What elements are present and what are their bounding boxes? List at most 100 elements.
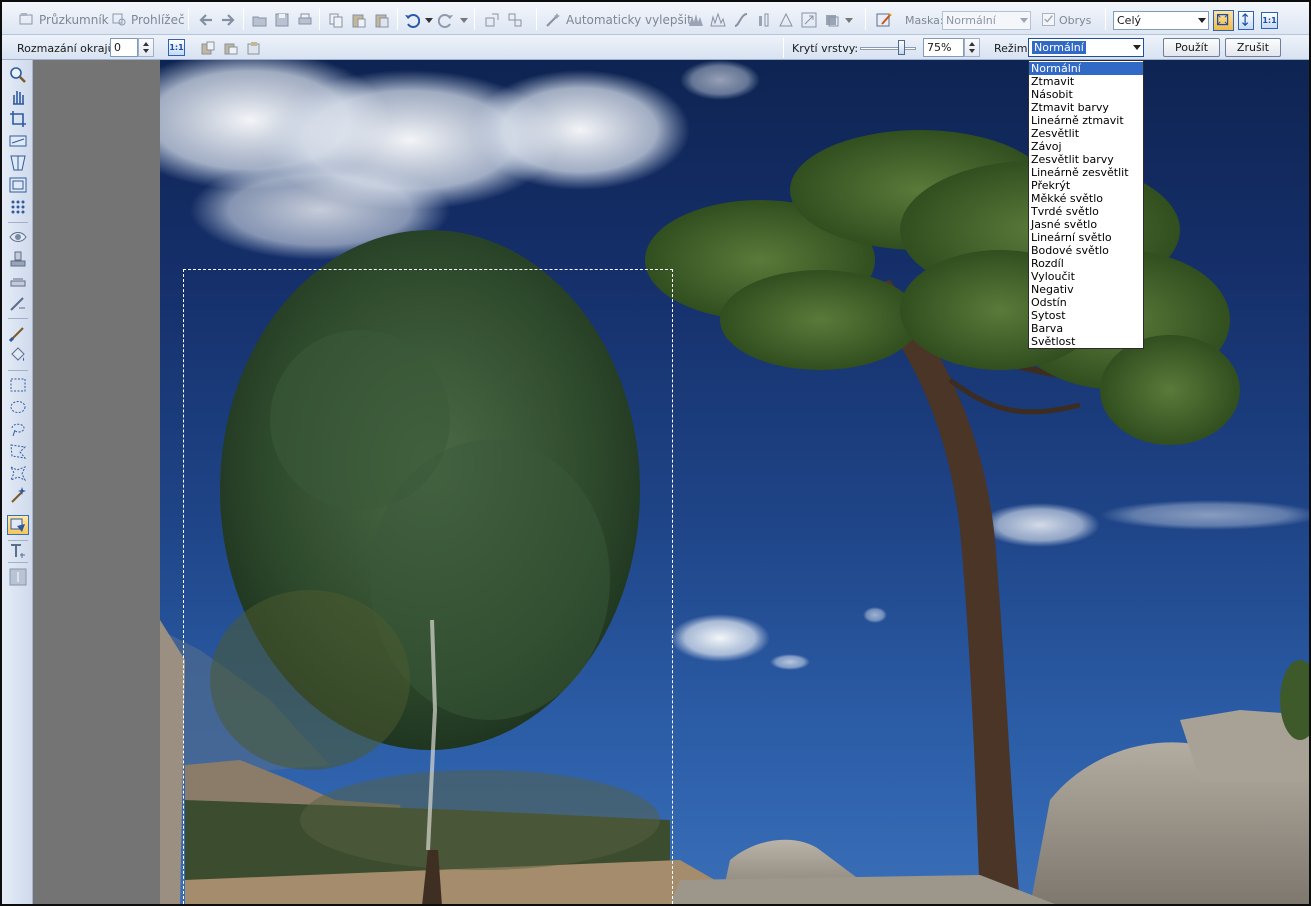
- save-icon[interactable]: [274, 12, 290, 28]
- pan-tool[interactable]: [9, 88, 27, 106]
- lasso-tool[interactable]: [9, 420, 27, 438]
- outline-checkbox[interactable]: [1042, 13, 1055, 26]
- paste-new-icon[interactable]: [374, 12, 390, 28]
- rectangle-select-icon: [10, 378, 26, 392]
- fit-height-button[interactable]: [1238, 11, 1254, 30]
- perspective-tool[interactable]: [9, 154, 27, 172]
- zoom-tool[interactable]: [9, 66, 27, 84]
- mask-edit-icon[interactable]: [876, 12, 892, 28]
- heal-tool[interactable]: [9, 272, 27, 290]
- pattern-tool[interactable]: [9, 198, 27, 216]
- retouch-tool[interactable]: [9, 294, 27, 312]
- red-eye-tool[interactable]: [9, 176, 27, 194]
- explorer-button[interactable]: Průzkumník: [39, 13, 109, 27]
- mask-select[interactable]: Normální: [942, 11, 1031, 30]
- forward-arrow-icon[interactable]: [220, 12, 236, 28]
- blend-mode-option[interactable]: Lineárně ztmavit: [1029, 114, 1143, 127]
- blend-mode-option[interactable]: Závoj: [1029, 140, 1143, 153]
- blend-mode-option[interactable]: Lineárně zesvětlit: [1029, 166, 1143, 179]
- auto-enhance-button[interactable]: Automaticky vylepšit: [566, 13, 692, 27]
- blend-mode-option[interactable]: Jasné světlo: [1029, 218, 1143, 231]
- blend-mode-option[interactable]: Rozdíl: [1029, 257, 1143, 270]
- brightness-icon[interactable]: [756, 12, 772, 28]
- ellipse-select-tool[interactable]: [9, 398, 27, 416]
- histogram-icon[interactable]: [710, 12, 726, 28]
- opacity-slider-thumb[interactable]: [898, 40, 905, 55]
- curves-icon[interactable]: [733, 12, 749, 28]
- blend-mode-option[interactable]: Násobit: [1029, 88, 1143, 101]
- blend-mode-option[interactable]: Zesvětlit barvy: [1029, 153, 1143, 166]
- selection-marquee[interactable]: [183, 269, 673, 904]
- redo-dropdown-icon[interactable]: [460, 18, 468, 23]
- opacity-stepper[interactable]: [964, 38, 980, 57]
- viewer-icon: [112, 13, 126, 26]
- blend-mode-dropdown-list[interactable]: Normální Ztmavit Násobit Ztmavit barvy Lineá…: [1028, 60, 1144, 349]
- magnetic-lasso-tool[interactable]: [9, 464, 27, 482]
- layer-merge-icon[interactable]: [246, 40, 262, 56]
- blend-mode-option[interactable]: Vyloučit: [1029, 270, 1143, 283]
- explorer-icon: [19, 13, 33, 25]
- feather-input[interactable]: 0: [110, 38, 138, 57]
- rectangle-select-tool[interactable]: [9, 376, 27, 394]
- levels-icon[interactable]: [688, 12, 704, 28]
- print-icon[interactable]: [297, 12, 313, 28]
- mode-label: Režim:: [994, 42, 1032, 55]
- text-icon: [11, 544, 25, 558]
- fit-to-window-button[interactable]: [1213, 10, 1234, 31]
- copy-icon[interactable]: [328, 12, 344, 28]
- blend-mode-option[interactable]: Tvrdé světlo: [1029, 205, 1143, 218]
- polygon-lasso-tool[interactable]: [9, 442, 27, 460]
- blend-mode-option[interactable]: Odstín: [1029, 296, 1143, 309]
- blend-mode-option[interactable]: Ztmavit barvy: [1029, 101, 1143, 114]
- view-mode-select[interactable]: Celý: [1113, 11, 1209, 30]
- back-arrow-icon[interactable]: [198, 12, 214, 28]
- opacity-slider-track[interactable]: [860, 47, 916, 50]
- blend-mode-option[interactable]: Měkké světlo: [1029, 192, 1143, 205]
- blend-mode-option[interactable]: Zesvětlit: [1029, 127, 1143, 140]
- eye-tool[interactable]: [9, 228, 27, 246]
- effects-icon[interactable]: [824, 12, 840, 28]
- opacity-input[interactable]: 75%: [923, 38, 964, 57]
- brush-tool[interactable]: [8, 324, 27, 343]
- opacity-value: 75%: [927, 41, 952, 54]
- extra-tool[interactable]: [9, 568, 27, 586]
- blend-mode-option[interactable]: Negativ: [1029, 283, 1143, 296]
- blend-mode-option[interactable]: Světlost: [1029, 335, 1143, 348]
- redo-icon[interactable]: [438, 12, 454, 28]
- fill-tool[interactable]: [9, 346, 27, 364]
- flip-icon[interactable]: [507, 12, 523, 28]
- undo-dropdown-icon[interactable]: [425, 18, 433, 23]
- straighten-tool[interactable]: [9, 132, 27, 150]
- blend-mode-option[interactable]: Normální: [1029, 62, 1143, 75]
- blend-mode-option[interactable]: Bodové světlo: [1029, 244, 1143, 257]
- sharpen-icon[interactable]: [778, 12, 794, 28]
- effects-dropdown-icon[interactable]: [845, 18, 853, 23]
- blend-mode-option[interactable]: Sytost: [1029, 309, 1143, 322]
- feather-stepper[interactable]: [138, 38, 154, 57]
- undo-icon[interactable]: [404, 12, 420, 28]
- magic-wand-tool[interactable]: [9, 486, 27, 504]
- feather-actual-size-button[interactable]: 1:1: [168, 39, 185, 56]
- layer-paste-icon[interactable]: [223, 40, 239, 56]
- layer-copy-icon[interactable]: [200, 40, 216, 56]
- text-tool[interactable]: [9, 542, 27, 560]
- fit-height-icon: [1242, 13, 1249, 27]
- tool-panel: [2, 60, 33, 904]
- open-icon[interactable]: [252, 12, 268, 28]
- blend-mode-option[interactable]: Překrýt: [1029, 179, 1143, 192]
- stamp-tool[interactable]: [9, 250, 27, 268]
- actual-size-button[interactable]: 1:1: [1261, 12, 1278, 29]
- crop-tool[interactable]: [9, 110, 27, 128]
- viewer-button[interactable]: Prohlížeč: [131, 13, 185, 27]
- paste-icon[interactable]: [351, 12, 367, 28]
- outline-label: Obrys: [1059, 14, 1092, 27]
- blend-mode-select[interactable]: Normální: [1028, 38, 1144, 57]
- blend-mode-option[interactable]: Ztmavit: [1029, 75, 1143, 88]
- blend-mode-option[interactable]: Lineární světlo: [1029, 231, 1143, 244]
- cancel-button[interactable]: Zrušit: [1225, 38, 1281, 57]
- blend-mode-option[interactable]: Barva: [1029, 322, 1143, 335]
- resize-icon[interactable]: [801, 12, 817, 28]
- apply-button[interactable]: Použít: [1163, 38, 1220, 57]
- rotate-icon[interactable]: [484, 12, 500, 28]
- layer-move-tool[interactable]: [7, 515, 29, 535]
